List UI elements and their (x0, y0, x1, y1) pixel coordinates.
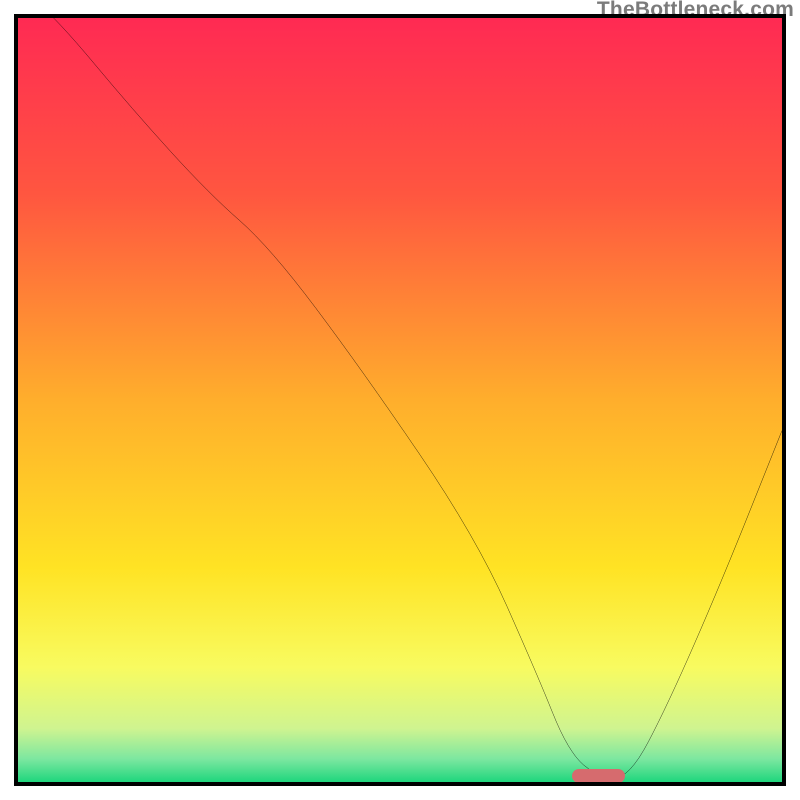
chart-frame: TheBottleneck.com (0, 0, 800, 800)
gradient-background (18, 18, 782, 782)
optimal-marker (572, 769, 625, 783)
plot-area (14, 14, 786, 786)
